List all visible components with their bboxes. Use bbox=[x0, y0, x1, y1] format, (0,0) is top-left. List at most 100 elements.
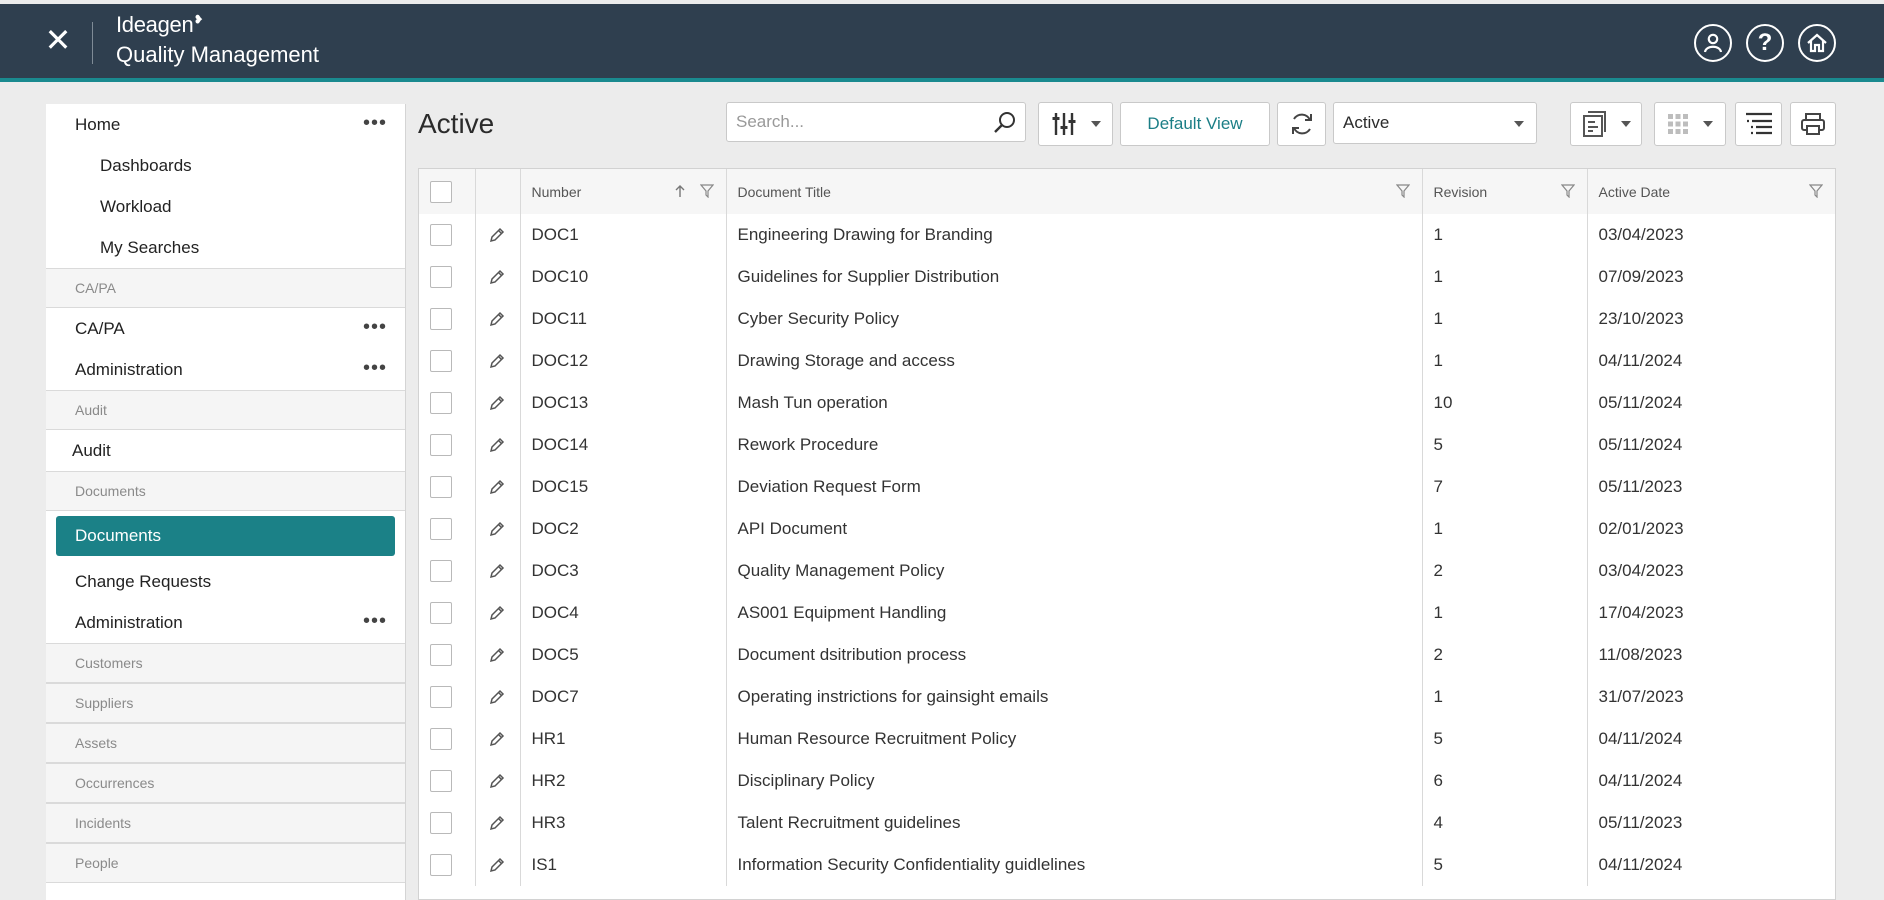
row-checkbox[interactable] bbox=[430, 644, 452, 666]
column-header-number[interactable]: Number bbox=[520, 169, 727, 214]
row-checkbox[interactable] bbox=[430, 854, 452, 876]
row-checkbox[interactable] bbox=[430, 308, 452, 330]
cell-document-title[interactable]: Drawing Storage and access bbox=[726, 340, 1423, 382]
sort-up-icon[interactable] bbox=[674, 184, 686, 198]
row-checkbox[interactable] bbox=[430, 350, 452, 372]
cell-number[interactable]: DOC1 bbox=[520, 214, 727, 256]
column-header-document-title[interactable]: Document Title bbox=[726, 169, 1423, 214]
edit-icon[interactable] bbox=[488, 478, 506, 496]
column-list-button[interactable] bbox=[1735, 102, 1782, 146]
cell-number[interactable]: DOC15 bbox=[520, 466, 727, 508]
edit-icon[interactable] bbox=[488, 520, 506, 538]
cell-document-title[interactable]: Human Resource Recruitment Policy bbox=[726, 718, 1423, 760]
row-checkbox[interactable] bbox=[430, 224, 452, 246]
table-row[interactable]: DOC12 Drawing Storage and access 1 04/11/20… bbox=[419, 340, 1835, 382]
table-row[interactable]: DOC5 Document dsitribution process 2 11/08/… bbox=[419, 634, 1835, 676]
report-button[interactable] bbox=[1570, 102, 1642, 146]
cell-document-title[interactable]: Quality Management Policy bbox=[726, 550, 1423, 592]
sidebar-section-people[interactable]: People bbox=[46, 843, 405, 883]
cell-document-title[interactable]: Information Security Confidentiality gui… bbox=[726, 844, 1423, 886]
sidebar-section-assets[interactable]: Assets bbox=[46, 723, 405, 763]
more-icon[interactable]: ••• bbox=[363, 113, 387, 133]
cell-document-title[interactable]: Engineering Drawing for Branding bbox=[726, 214, 1423, 256]
sidebar-item-audit[interactable]: Audit bbox=[46, 430, 405, 471]
edit-icon[interactable] bbox=[488, 394, 506, 412]
table-row[interactable]: DOC15 Deviation Request Form 7 05/11/2023 bbox=[419, 466, 1835, 508]
edit-icon[interactable] bbox=[488, 226, 506, 244]
home-icon[interactable] bbox=[1798, 24, 1836, 62]
sidebar-item-dashboards[interactable]: Dashboards bbox=[46, 145, 405, 186]
cell-number[interactable]: DOC14 bbox=[520, 424, 727, 466]
cell-number[interactable]: IS1 bbox=[520, 844, 727, 886]
user-icon[interactable] bbox=[1694, 24, 1732, 62]
grid-view-button[interactable] bbox=[1654, 102, 1726, 146]
sidebar-section-documents[interactable]: Documents bbox=[46, 471, 405, 511]
row-checkbox[interactable] bbox=[430, 560, 452, 582]
edit-icon[interactable] bbox=[488, 730, 506, 748]
table-row[interactable]: DOC11 Cyber Security Policy 1 23/10/2023 bbox=[419, 298, 1835, 340]
table-row[interactable]: DOC3 Quality Management Policy 2 03/04/2023 bbox=[419, 550, 1835, 592]
select-all-checkbox[interactable] bbox=[430, 180, 452, 203]
cell-number[interactable]: DOC2 bbox=[520, 508, 727, 550]
table-row[interactable]: HR1 Human Resource Recruitment Policy 5 04/… bbox=[419, 718, 1835, 760]
edit-icon[interactable] bbox=[488, 562, 506, 580]
edit-icon[interactable] bbox=[488, 436, 506, 454]
cell-number[interactable]: DOC13 bbox=[520, 382, 727, 424]
edit-icon[interactable] bbox=[488, 772, 506, 790]
cell-document-title[interactable]: API Document bbox=[726, 508, 1423, 550]
sidebar-section-suppliers[interactable]: Suppliers bbox=[46, 683, 405, 723]
edit-icon[interactable] bbox=[488, 856, 506, 874]
sidebar-section-incidents[interactable]: Incidents bbox=[46, 803, 405, 843]
table-row[interactable]: DOC13 Mash Tun operation 10 05/11/2024 bbox=[419, 382, 1835, 424]
cell-document-title[interactable]: Talent Recruitment guidelines bbox=[726, 802, 1423, 844]
refresh-button[interactable] bbox=[1277, 102, 1326, 146]
default-view-button[interactable]: Default View bbox=[1120, 102, 1270, 146]
table-row[interactable]: DOC4 AS001 Equipment Handling 1 17/04/2023 bbox=[419, 592, 1835, 634]
edit-icon[interactable] bbox=[488, 688, 506, 706]
edit-icon[interactable] bbox=[488, 604, 506, 622]
row-checkbox[interactable] bbox=[430, 770, 452, 792]
sidebar-item-capa-administration[interactable]: Administration ••• bbox=[46, 349, 405, 390]
row-checkbox[interactable] bbox=[430, 686, 452, 708]
row-checkbox[interactable] bbox=[430, 266, 452, 288]
cell-number[interactable]: DOC3 bbox=[520, 550, 727, 592]
sidebar-item-documents-administration[interactable]: Administration ••• bbox=[46, 602, 405, 643]
sidebar-section-customers[interactable]: Customers bbox=[46, 643, 405, 683]
cell-document-title[interactable]: Guidelines for Supplier Distribution bbox=[726, 256, 1423, 298]
row-checkbox[interactable] bbox=[430, 518, 452, 540]
table-row[interactable]: DOC1 Engineering Drawing for Branding 1 03/… bbox=[419, 214, 1835, 256]
table-row[interactable]: HR2 Disciplinary Policy 6 04/11/2024 bbox=[419, 760, 1835, 802]
cell-document-title[interactable]: Deviation Request Form bbox=[726, 466, 1423, 508]
more-icon[interactable]: ••• bbox=[363, 611, 387, 631]
table-row[interactable]: DOC2 API Document 1 02/01/2023 bbox=[419, 508, 1835, 550]
filter-icon[interactable] bbox=[1560, 184, 1575, 198]
help-icon[interactable]: ? bbox=[1746, 24, 1784, 62]
cell-number[interactable]: HR3 bbox=[520, 802, 727, 844]
print-button[interactable] bbox=[1790, 102, 1836, 146]
column-header-active-date[interactable]: Active Date bbox=[1587, 169, 1835, 214]
cell-document-title[interactable]: Cyber Security Policy bbox=[726, 298, 1423, 340]
sidebar-item-home[interactable]: Home ••• bbox=[46, 104, 405, 145]
sidebar-item-change-requests[interactable]: Change Requests bbox=[46, 561, 405, 602]
table-row[interactable]: IS1 Information Security Confidentiality … bbox=[419, 844, 1835, 886]
sidebar-section-audit[interactable]: Audit bbox=[46, 390, 405, 430]
cell-number[interactable]: DOC11 bbox=[520, 298, 727, 340]
more-icon[interactable]: ••• bbox=[363, 358, 387, 378]
more-icon[interactable]: ••• bbox=[363, 317, 387, 337]
search-icon[interactable] bbox=[993, 111, 1017, 135]
cell-number[interactable]: DOC5 bbox=[520, 634, 727, 676]
sidebar-item-my-searches[interactable]: My Searches bbox=[46, 227, 405, 268]
row-checkbox[interactable] bbox=[430, 728, 452, 750]
column-header-revision[interactable]: Revision bbox=[1422, 169, 1588, 214]
table-row[interactable]: DOC7 Operating instrictions for gainsight… bbox=[419, 676, 1835, 718]
cell-number[interactable]: DOC7 bbox=[520, 676, 727, 718]
cell-number[interactable]: DOC12 bbox=[520, 340, 727, 382]
table-row[interactable]: DOC14 Rework Procedure 5 05/11/2024 bbox=[419, 424, 1835, 466]
table-row[interactable]: DOC10 Guidelines for Supplier Distributio… bbox=[419, 256, 1835, 298]
cell-number[interactable]: DOC10 bbox=[520, 256, 727, 298]
view-select[interactable]: Active bbox=[1333, 102, 1537, 144]
cell-number[interactable]: HR2 bbox=[520, 760, 727, 802]
edit-icon[interactable] bbox=[488, 268, 506, 286]
row-checkbox[interactable] bbox=[430, 434, 452, 456]
filter-icon[interactable] bbox=[1395, 184, 1410, 198]
